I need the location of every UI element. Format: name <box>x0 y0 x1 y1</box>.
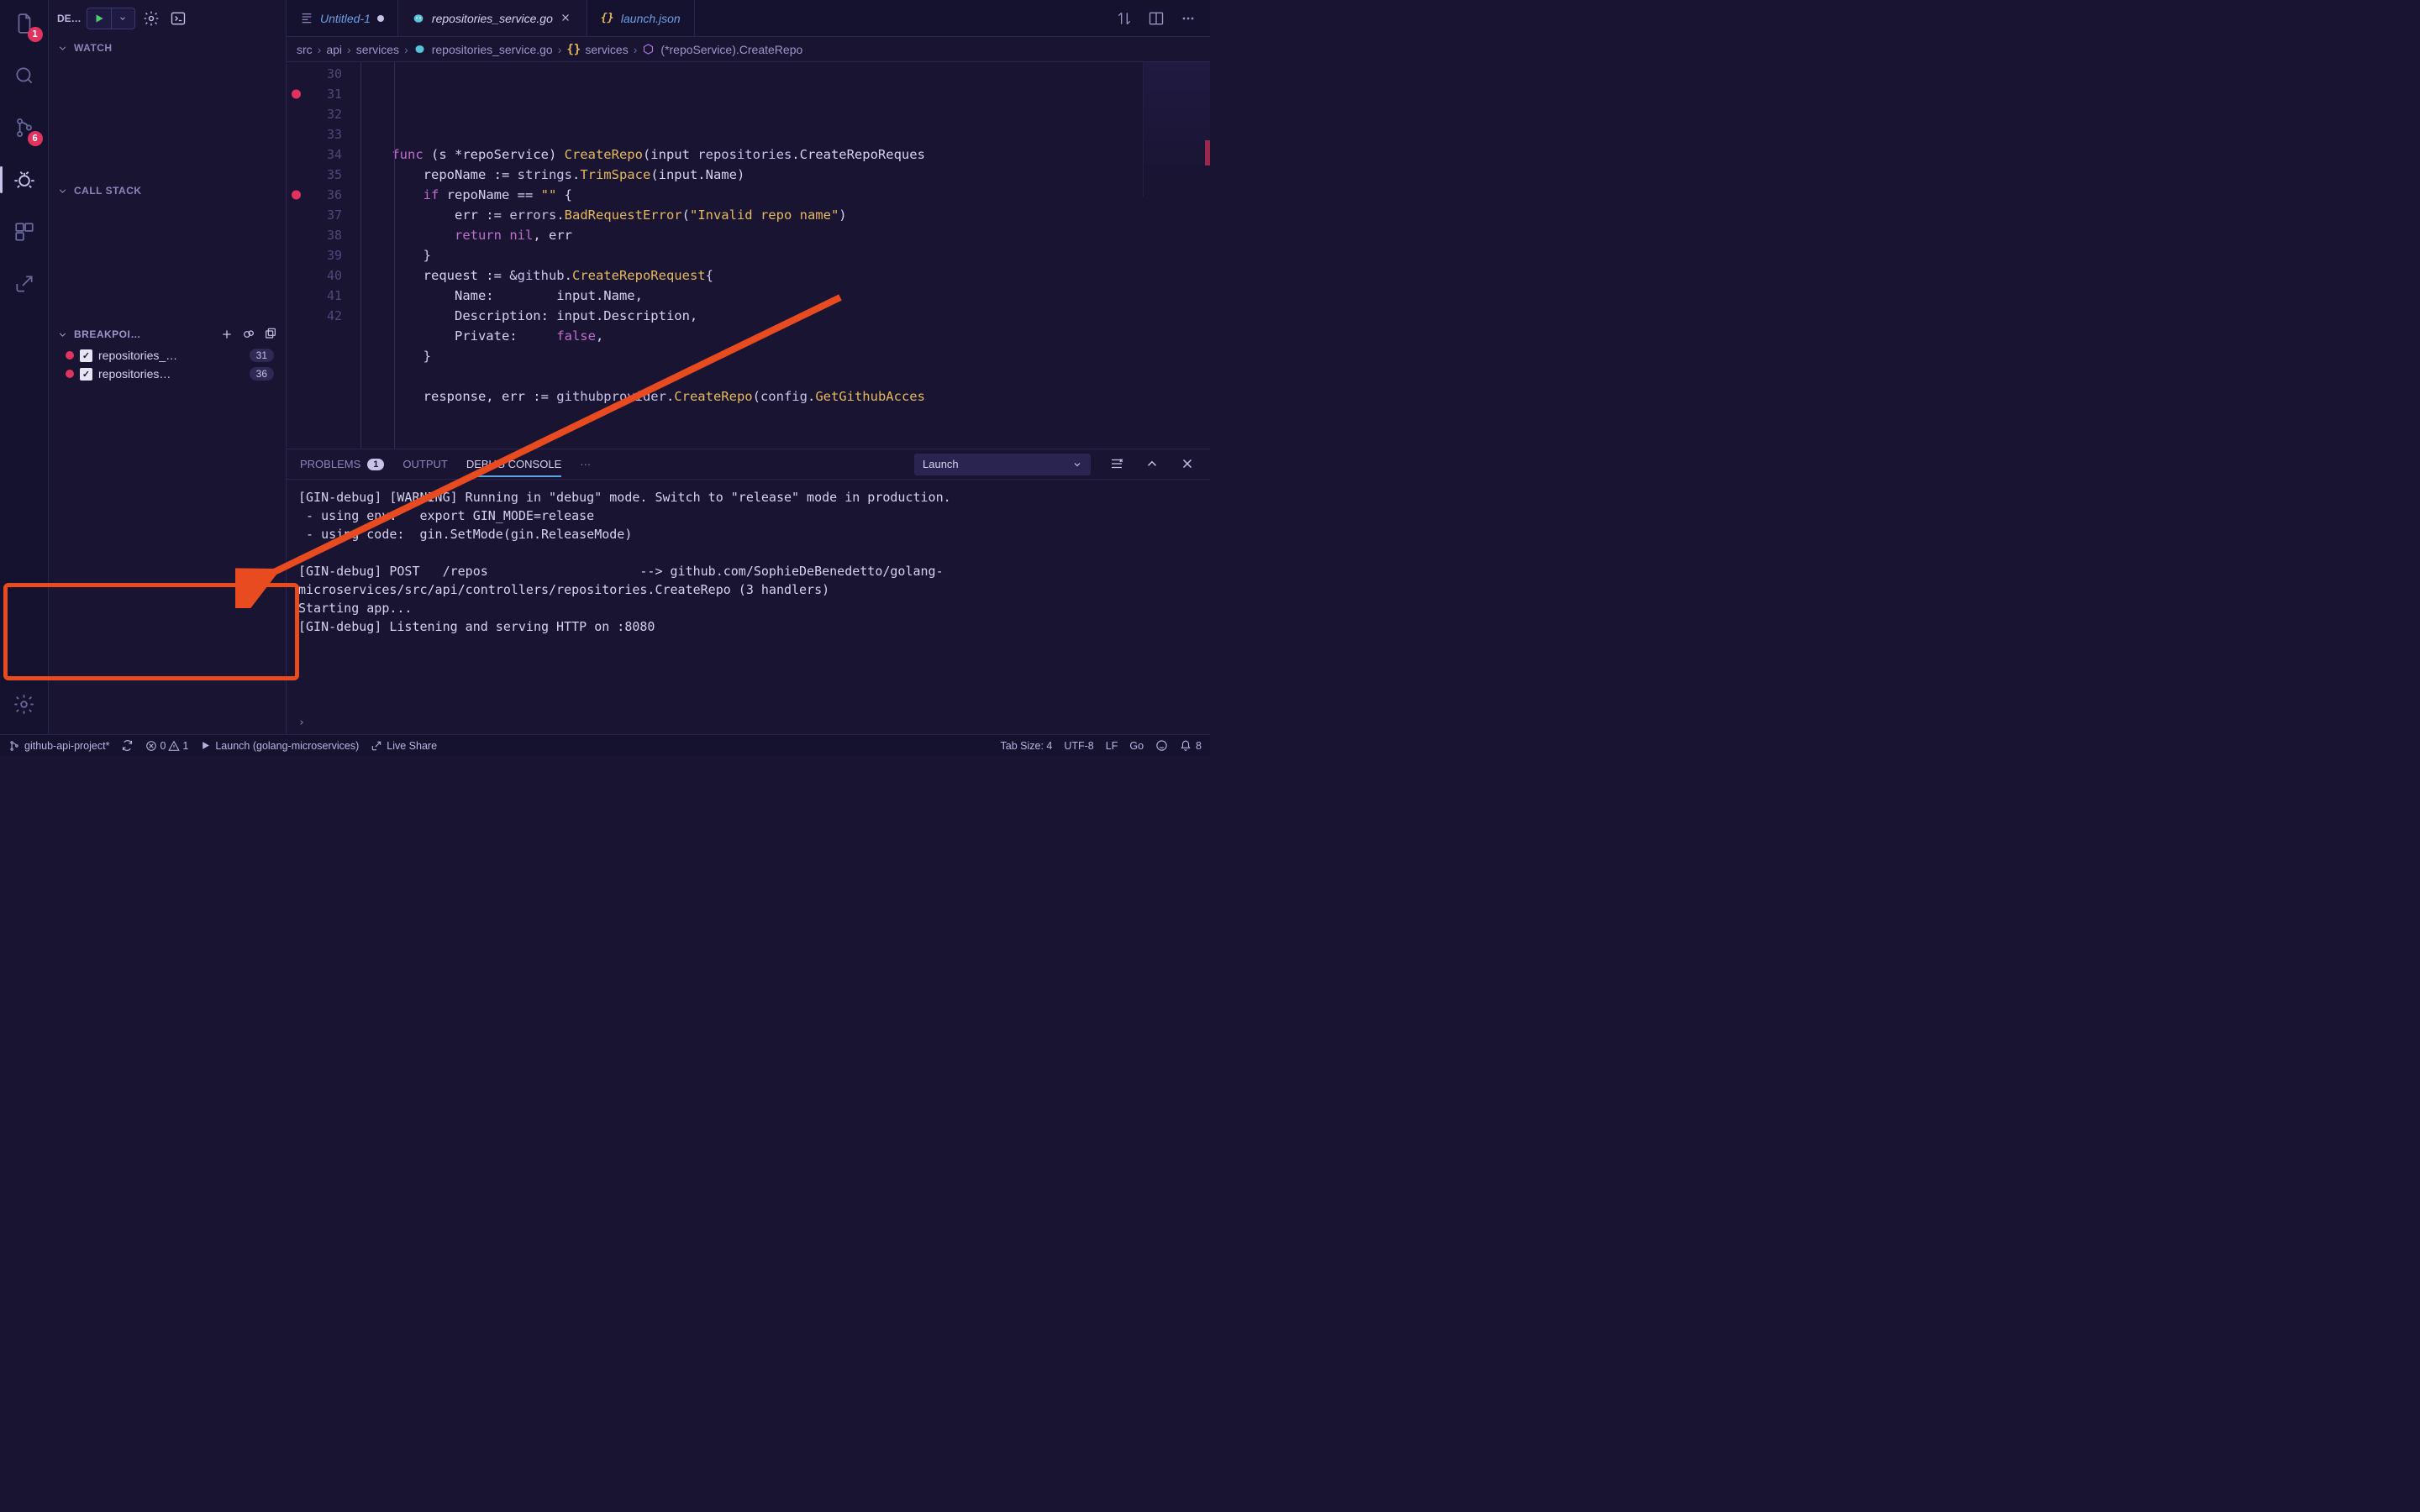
clear-console-icon[interactable] <box>1109 456 1126 473</box>
status-feedback-icon[interactable] <box>1155 739 1168 752</box>
debug-icon[interactable] <box>8 163 41 197</box>
breadcrumb-item[interactable]: repositories_service.go <box>432 43 553 56</box>
code-area[interactable]: func (s *repoService) CreateRepo(input r… <box>360 62 1210 449</box>
tab-untitled[interactable]: Untitled-1 <box>287 0 398 36</box>
breakpoint-checkbox[interactable]: ✓ <box>80 349 92 362</box>
split-editor-icon[interactable] <box>1148 10 1165 27</box>
panel-tab-output[interactable]: OUTPUT <box>402 458 447 470</box>
debug-console-input[interactable]: › <box>287 715 1210 734</box>
breakpoint-file-label: repositories… <box>98 367 244 381</box>
breakpoints-label: BREAKPOI… <box>74 328 141 340</box>
tab-label: Untitled-1 <box>320 12 371 25</box>
debug-settings-icon[interactable] <box>140 8 162 29</box>
close-panel-icon[interactable] <box>1180 456 1197 473</box>
toggle-active-breakpoints-icon[interactable] <box>242 328 255 341</box>
breadcrumb-item[interactable]: services <box>585 43 628 56</box>
status-eol[interactable]: LF <box>1106 740 1118 752</box>
chevron-down-icon <box>57 43 69 54</box>
breadcrumb[interactable]: src› api› services› repositories_service… <box>287 37 1210 62</box>
sidebar-title: DE… <box>57 13 82 24</box>
editor-body[interactable]: 30313233343536373839404142 func (s *repo… <box>287 62 1210 449</box>
status-notifications[interactable]: 8 <box>1180 740 1202 752</box>
callstack-label: CALL STACK <box>74 185 142 197</box>
chevron-down-icon <box>57 329 69 340</box>
debug-console-toggle-icon[interactable] <box>167 8 189 29</box>
chevron-down-icon <box>1072 459 1082 470</box>
status-tabsize[interactable]: Tab Size: 4 <box>1001 740 1053 752</box>
tab-more-icon[interactable] <box>1180 10 1197 27</box>
activity-bar: 1 6 <box>0 0 49 734</box>
status-liveshare[interactable]: Live Share <box>371 740 437 752</box>
problems-count-badge: 1 <box>367 459 384 470</box>
braces-icon: {} <box>601 12 614 25</box>
breakpoint-row[interactable]: ✓ repositories_… 31 <box>49 346 286 365</box>
editor-tabbar: Untitled-1 repositories_service.go {} la… <box>287 0 1210 37</box>
dirty-dot-icon <box>377 15 384 22</box>
breakpoint-dot-icon <box>66 351 74 360</box>
breakpoint-line-badge: 31 <box>250 349 274 362</box>
breakpoint-checkbox[interactable]: ✓ <box>80 368 92 381</box>
status-bar: github-api-project* 0 1 Launch (golang-m… <box>0 734 1210 756</box>
collapse-panel-icon[interactable] <box>1144 456 1161 473</box>
explorer-icon[interactable]: 1 <box>8 7 41 40</box>
breadcrumb-item[interactable]: api <box>326 43 342 56</box>
chevron-down-icon <box>57 186 69 197</box>
file-icon <box>300 12 313 25</box>
gopher-icon <box>413 43 427 56</box>
live-share-icon[interactable] <box>8 267 41 301</box>
braces-icon: {} <box>566 43 580 56</box>
scm-badge: 6 <box>28 131 43 146</box>
explorer-badge: 1 <box>28 27 43 42</box>
close-tab-icon[interactable] <box>560 12 573 25</box>
status-sync-icon[interactable] <box>121 739 134 752</box>
debug-console-output[interactable]: [GIN-debug] [WARNING] Running in "debug"… <box>287 480 1210 715</box>
status-encoding[interactable]: UTF-8 <box>1064 740 1093 752</box>
compare-changes-icon[interactable] <box>1116 10 1133 27</box>
search-icon[interactable] <box>8 59 41 92</box>
remove-all-breakpoints-icon[interactable] <box>264 328 277 341</box>
add-breakpoint-icon[interactable] <box>220 328 234 341</box>
tab-label: launch.json <box>621 12 681 25</box>
callstack-section-header[interactable]: CALL STACK <box>49 180 286 202</box>
breadcrumb-item[interactable]: (*repoService).CreateRepo <box>660 43 802 56</box>
bottom-panel: PROBLEMS 1 OUTPUT DEBUG CONSOLE ··· Laun… <box>287 449 1210 734</box>
extensions-icon[interactable] <box>8 215 41 249</box>
watch-section-header[interactable]: WATCH <box>49 37 286 59</box>
method-icon <box>642 43 655 56</box>
breakpoint-row[interactable]: ✓ repositories… 36 <box>49 365 286 383</box>
tab-launch-json[interactable]: {} launch.json <box>587 0 695 36</box>
status-branch[interactable]: github-api-project* <box>8 740 109 752</box>
breadcrumb-item[interactable]: src <box>297 43 313 56</box>
minimap[interactable] <box>1143 62 1210 197</box>
breakpoint-file-label: repositories_… <box>98 349 244 362</box>
debug-session-dropdown[interactable]: Launch <box>914 454 1091 475</box>
run-config-picker[interactable] <box>87 8 135 29</box>
tab-repositories-service[interactable]: repositories_service.go <box>398 0 587 36</box>
breakpoint-dot-icon <box>66 370 74 378</box>
status-launch[interactable]: Launch (golang-microservices) <box>200 740 359 752</box>
start-debug-icon[interactable] <box>87 8 111 29</box>
panel-tab-debug-console[interactable]: DEBUG CONSOLE <box>466 458 561 477</box>
settings-gear-icon[interactable] <box>8 687 41 721</box>
watch-label: WATCH <box>74 42 113 54</box>
debug-config-caret-icon[interactable] <box>111 8 134 29</box>
breadcrumb-item[interactable]: services <box>356 43 399 56</box>
breakpoints-section-header[interactable]: BREAKPOI… <box>49 323 286 346</box>
gopher-icon <box>412 12 425 25</box>
status-language[interactable]: Go <box>1129 740 1144 752</box>
debug-sidebar: DE… WATCH <box>49 0 287 734</box>
tab-label: repositories_service.go <box>432 12 553 25</box>
editor-group: Untitled-1 repositories_service.go {} la… <box>287 0 1210 734</box>
status-problems[interactable]: 0 1 <box>145 740 188 752</box>
panel-tab-more[interactable]: ··· <box>580 458 591 470</box>
gutter[interactable]: 30313233343536373839404142 <box>287 62 360 449</box>
source-control-icon[interactable]: 6 <box>8 111 41 144</box>
breakpoint-line-badge: 36 <box>250 367 274 381</box>
panel-tab-problems[interactable]: PROBLEMS 1 <box>300 458 384 470</box>
